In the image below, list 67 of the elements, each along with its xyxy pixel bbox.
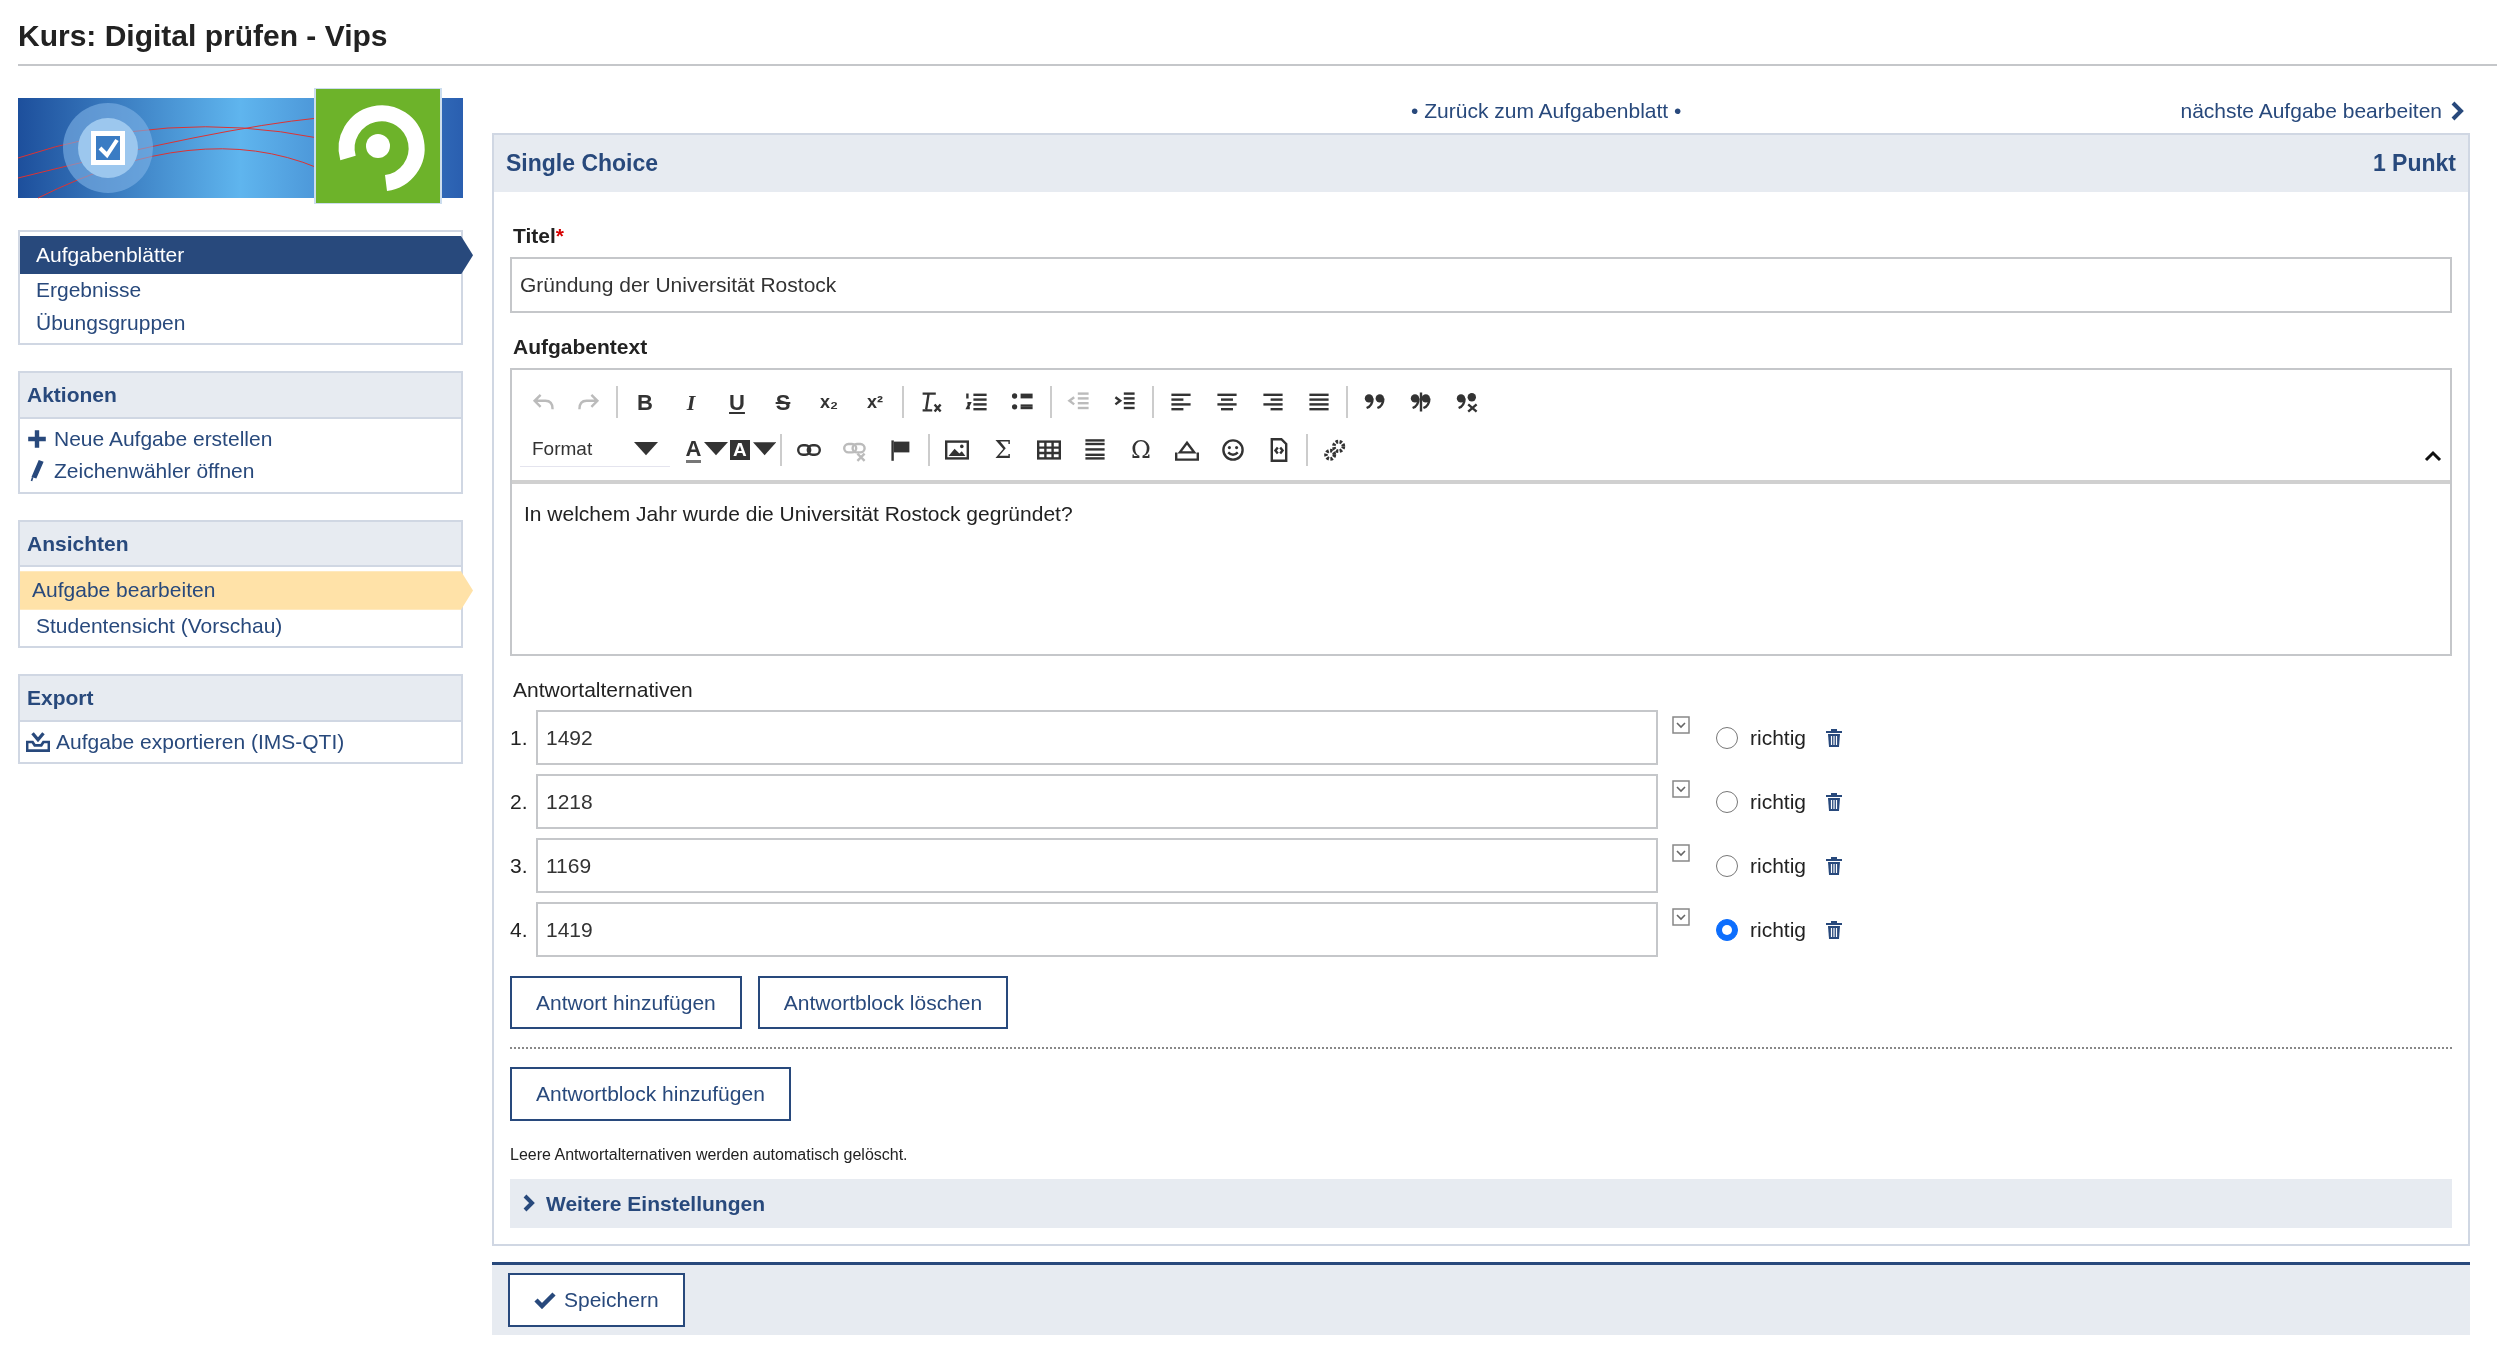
underline-button[interactable]: U <box>714 385 760 419</box>
editor-content[interactable]: In welchem Jahr wurde die Universität Rostock gegründet? <box>512 484 2450 654</box>
title-input[interactable]: Gründung der Universität Rostock <box>510 257 2452 313</box>
correct-label: richtig <box>1749 852 1806 879</box>
correct-radio[interactable] <box>1715 726 1738 749</box>
answer-number: 1. <box>510 724 529 751</box>
answer-number: 3. <box>510 852 529 879</box>
sidebar-item[interactable]: Ergebnisse <box>20 274 461 307</box>
answer-number: 4. <box>510 916 529 943</box>
section-header: Export <box>20 676 461 722</box>
expand-icon[interactable] <box>1671 843 1690 862</box>
panel-title: Single Choice <box>506 149 659 178</box>
field-label: Titel* <box>513 222 565 249</box>
italic-button[interactable]: I <box>668 385 714 419</box>
background-color-button[interactable]: A <box>730 433 776 467</box>
trash-icon[interactable] <box>1826 919 1842 940</box>
field-label: Aufgabentext <box>513 333 649 360</box>
answer-input[interactable]: 1169 <box>536 837 1658 894</box>
sidebar-item[interactable]: Aufgabenblätter <box>20 236 473 275</box>
check-icon <box>534 1290 556 1309</box>
correct-label: richtig <box>1749 916 1806 943</box>
correct-radio[interactable] <box>1715 854 1738 877</box>
answer-input[interactable]: 1492 <box>536 709 1658 766</box>
expand-icon[interactable] <box>1671 907 1690 926</box>
symbol-button[interactable]: Σ <box>980 433 1026 467</box>
symbol-button[interactable]: Ω <box>1118 433 1164 467</box>
points-label: 1 Punkt <box>2372 149 2456 178</box>
back-link[interactable]: • Zurück zum Aufgabenblatt • <box>991 94 1682 127</box>
bold-button[interactable]: B <box>622 385 668 419</box>
trash-icon[interactable] <box>1826 855 1842 876</box>
chevron-right-icon <box>2450 100 2464 121</box>
trash-icon[interactable] <box>1826 727 1842 748</box>
more-settings-toggle[interactable]: Weitere Einstellungen <box>510 1178 2452 1228</box>
trash-icon[interactable] <box>1826 791 1842 812</box>
save-button[interactable]: Speichern <box>508 1273 685 1327</box>
section-header: Ansichten <box>20 521 461 568</box>
sub-button[interactable]: x₂ <box>806 385 852 419</box>
answer-input[interactable]: 1218 <box>536 773 1658 830</box>
format-dropdown[interactable]: Format <box>520 433 670 467</box>
expand-icon[interactable] <box>1671 779 1690 798</box>
sidebar-item[interactable]: Studentensicht (Vorschau) <box>20 609 461 643</box>
add-block-button[interactable]: Antwortblock hinzufügen <box>510 1067 791 1121</box>
text-color-button[interactable]: A <box>684 433 730 467</box>
chevron-right-icon <box>522 1194 536 1213</box>
field-label: Antwortalternativen <box>513 677 694 703</box>
export-icon <box>26 730 50 753</box>
strike-button[interactable]: S <box>760 385 806 419</box>
sidebar-item[interactable]: Neue Aufgabe erstellen <box>20 422 461 456</box>
sidebar-item[interactable]: Zeichenwähler öffnen <box>20 455 461 488</box>
sidebar-item[interactable]: Übungsgruppen <box>20 306 461 340</box>
expand-icon[interactable] <box>1671 715 1690 734</box>
plus-icon <box>26 428 48 451</box>
answer-input[interactable]: 1419 <box>536 901 1658 958</box>
sidebar-item[interactable]: Aufgabe exportieren (IMS-QTI) <box>20 725 461 758</box>
correct-label: richtig <box>1749 724 1806 751</box>
action-button[interactable]: Antwort hinzufügen <box>510 975 742 1029</box>
correct-label: richtig <box>1749 788 1806 815</box>
correct-radio[interactable] <box>1715 918 1738 941</box>
next-task-link[interactable]: nächste Aufgabe bearbeiten <box>2180 94 2464 127</box>
sup-button[interactable]: x² <box>852 385 898 419</box>
answer-number: 2. <box>510 788 529 815</box>
page-title: Kurs: Digital prüfen - Vips <box>18 0 2497 66</box>
correct-radio[interactable] <box>1715 790 1738 813</box>
action-button[interactable]: Antwortblock löschen <box>757 975 1009 1029</box>
section-header: Aktionen <box>20 373 461 419</box>
sidebar-item[interactable]: Aufgabe bearbeiten <box>20 571 473 610</box>
hint-text: Leere Antwortalternativen werden automatisch gelöscht. <box>510 1144 909 1165</box>
